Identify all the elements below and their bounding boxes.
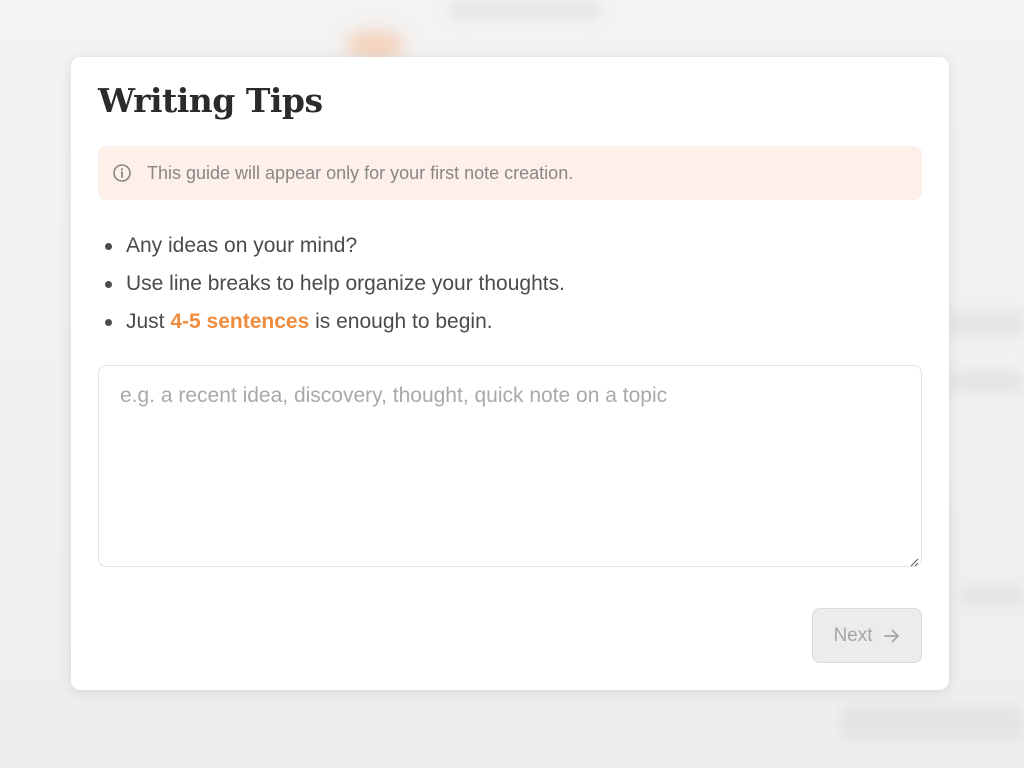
blurred-panel-4 (840, 705, 1024, 741)
notice-text: This guide will appear only for your fir… (147, 162, 574, 183)
tip-text: Use line breaks to help organize your th… (126, 272, 565, 295)
arrow-right-icon (883, 627, 901, 645)
tip-text-suffix: is enough to begin. (309, 310, 493, 333)
bullet-dot (105, 243, 112, 250)
bullet-dot (105, 281, 112, 288)
next-button-label: Next (833, 624, 873, 646)
modal-title: Writing Tips (98, 81, 323, 120)
bullet-dot (105, 319, 112, 326)
blurred-header-bar (450, 0, 600, 20)
tip-item: Any ideas on your mind? (98, 227, 565, 265)
note-input[interactable] (98, 365, 922, 567)
tip-item: Just 4-5 sentences is enough to begin. (98, 303, 565, 341)
blurred-panel-1 (950, 310, 1024, 336)
tip-text: Any ideas on your mind? (126, 234, 358, 257)
tip-item: Use line breaks to help organize your th… (98, 265, 565, 303)
blurred-panel-3 (960, 585, 1024, 605)
blurred-panel-2 (950, 370, 1024, 394)
tip-highlight: 4-5 sentences (170, 310, 310, 333)
blurred-accent-shape (345, 30, 405, 60)
first-note-notice: This guide will appear only for your fir… (98, 146, 922, 200)
info-icon (112, 163, 132, 183)
tip-text-prefix: Just (126, 310, 171, 333)
resize-handle-icon[interactable] (909, 554, 919, 567)
writing-tips-modal: Writing Tips This guide will appear only… (71, 57, 949, 690)
next-button[interactable]: Next (812, 608, 922, 663)
tips-list: Any ideas on your mind? Use line breaks … (98, 227, 565, 341)
